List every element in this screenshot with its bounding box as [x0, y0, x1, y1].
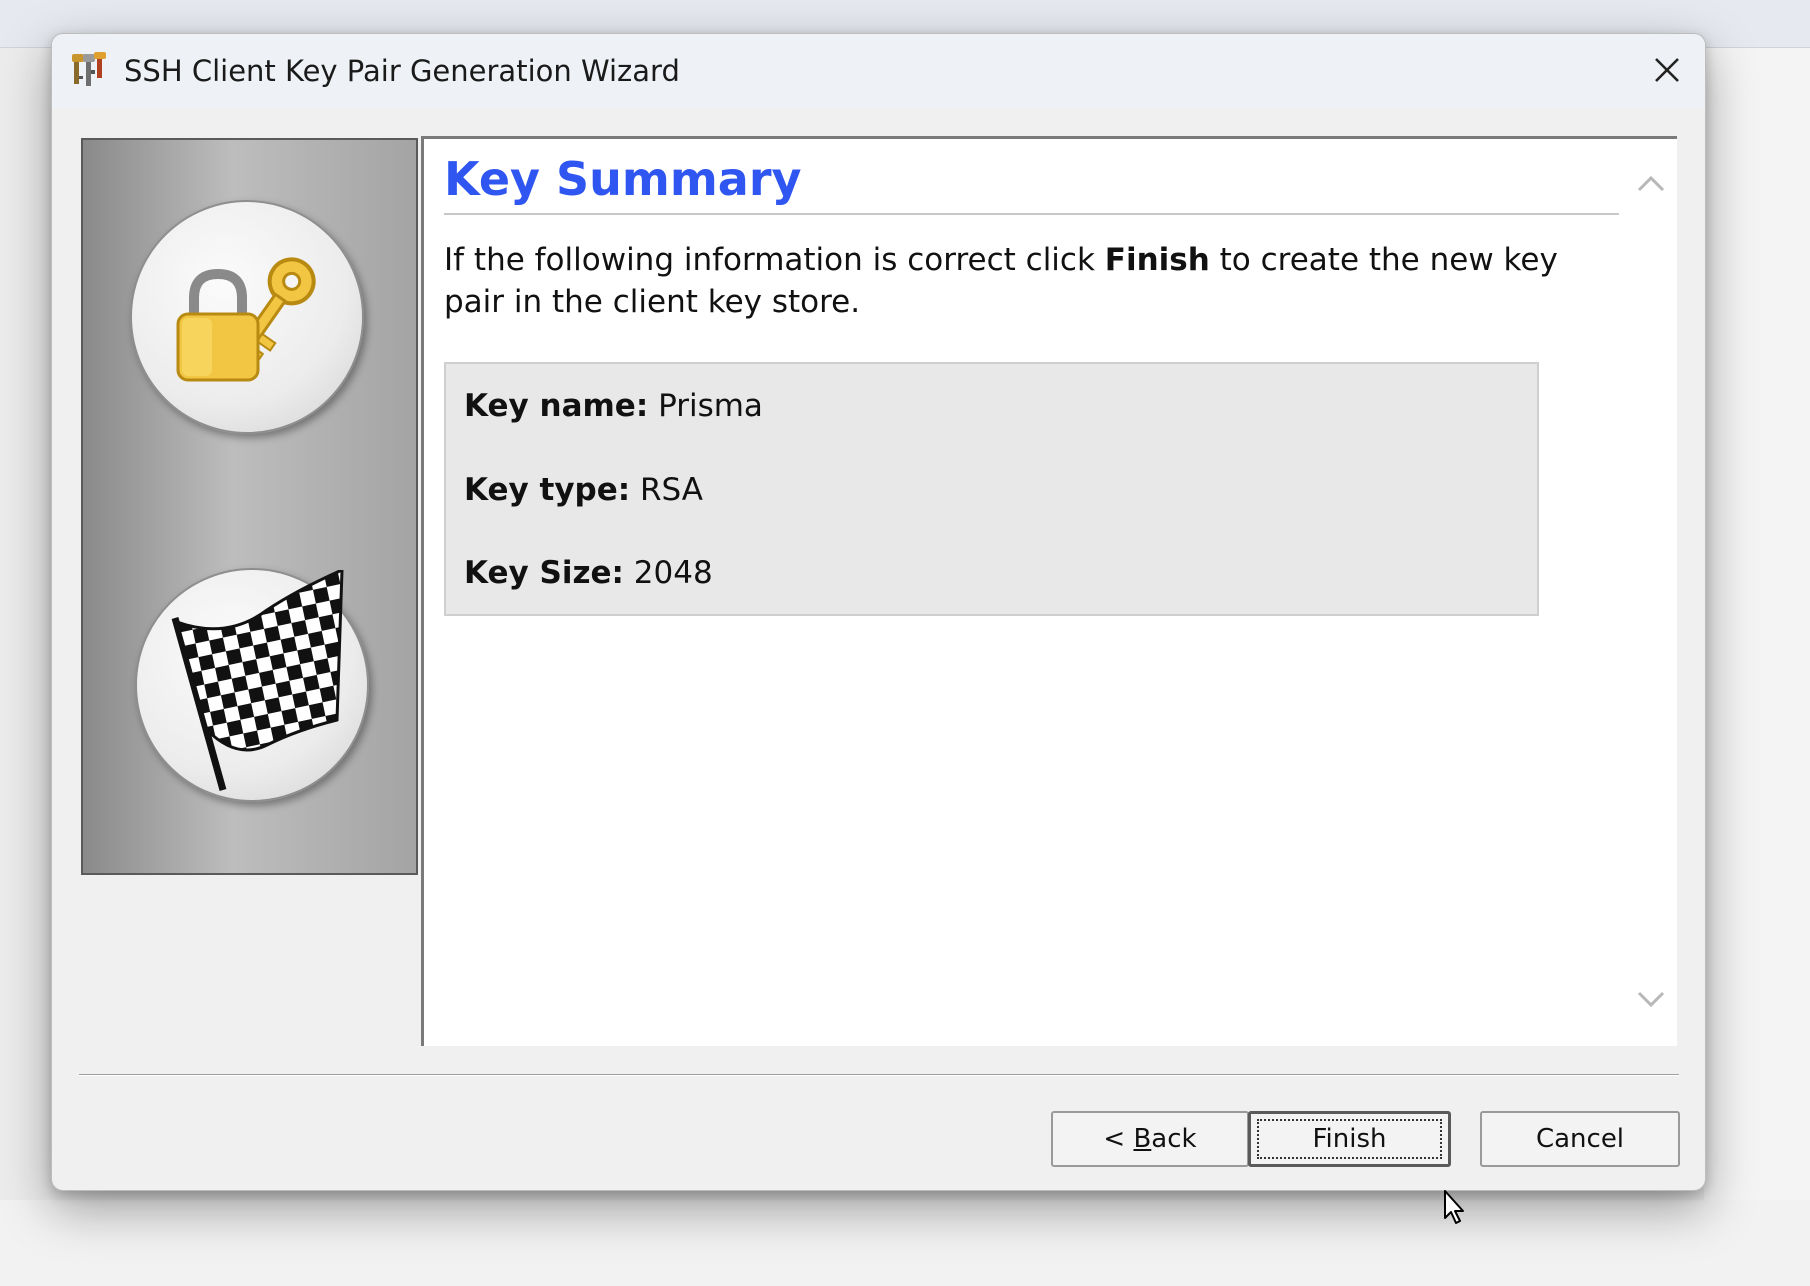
cancel-button-label: Cancel: [1535, 1124, 1625, 1154]
close-button[interactable]: [1642, 48, 1692, 92]
key-summary-box: Key name: Prisma Key type: RSA Key Size:…: [444, 362, 1539, 616]
key-type-label: Key type:: [464, 472, 631, 508]
key-name-label: Key name:: [464, 388, 649, 424]
wizard-dialog: SSH Client Key Pair Generation Wizard Ke…: [51, 33, 1706, 1191]
vertical-scrollbar[interactable]: [1628, 139, 1674, 1043]
back-mnemonic: B: [1133, 1124, 1152, 1154]
lock-key-icon: [176, 257, 316, 382]
back-button[interactable]: < Back: [1051, 1111, 1249, 1167]
intro-text-start: If the following information is correct …: [444, 242, 1105, 278]
app-key-icon: [70, 50, 110, 90]
key-size-label: Key Size:: [464, 555, 624, 591]
back-rest: ack: [1151, 1124, 1197, 1154]
mouse-cursor-icon: [1444, 1190, 1464, 1224]
wizard-graphic-panel: [81, 138, 418, 875]
button-separator: [79, 1074, 1679, 1076]
cancel-button[interactable]: Cancel: [1480, 1111, 1680, 1167]
lock-key-badge: [130, 200, 364, 434]
intro-text-finish: Finish: [1104, 242, 1210, 278]
finish-button[interactable]: Finish: [1248, 1111, 1451, 1167]
back-button-label: < Back: [1103, 1124, 1196, 1154]
background-window-bottom: [0, 1200, 1810, 1286]
checkered-flag-icon: [171, 570, 344, 791]
finish-flag-badge: [135, 568, 369, 802]
key-type-row: Key type: RSA: [464, 470, 703, 510]
intro-text: If the following information is correct …: [444, 239, 1594, 323]
key-name-row: Key name: Prisma: [464, 386, 763, 426]
title-bar[interactable]: SSH Client Key Pair Generation Wizard: [52, 34, 1705, 108]
content-pane: Key Summary If the following information…: [421, 136, 1677, 1046]
back-prefix: <: [1103, 1124, 1134, 1154]
key-type-value: RSA: [640, 472, 703, 508]
key-name-value: Prisma: [658, 388, 763, 424]
background-window-right: [1704, 48, 1810, 1286]
key-size-value: 2048: [633, 555, 713, 591]
finish-button-label: Finish: [1312, 1124, 1387, 1154]
page-title: Key Summary: [444, 149, 1619, 215]
close-icon: [1655, 58, 1679, 82]
scroll-down-icon[interactable]: [1636, 984, 1666, 1014]
key-size-row: Key Size: 2048: [464, 553, 713, 593]
scroll-up-icon[interactable]: [1636, 169, 1666, 199]
window-title: SSH Client Key Pair Generation Wizard: [124, 54, 680, 88]
